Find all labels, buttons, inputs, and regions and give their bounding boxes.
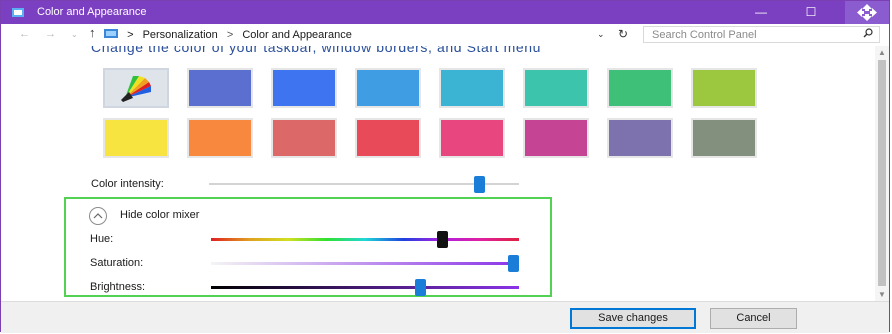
address-bar: ← → ⌄ ↑ > Personalization > Color and Ap…: [1, 24, 889, 46]
scroll-down-icon[interactable]: ▼: [878, 290, 886, 299]
address-dropdown-button[interactable]: ⌄: [597, 29, 605, 40]
color-swatch-magenta[interactable]: [523, 118, 589, 158]
breadcrumb-separator: >: [226, 29, 234, 41]
move-window-handle[interactable]: [845, 1, 889, 24]
breadcrumb: > Personalization > Color and Appearance: [104, 28, 352, 41]
brightness-slider[interactable]: [211, 286, 519, 289]
back-button[interactable]: ←: [19, 28, 30, 40]
vertical-scrollbar[interactable]: ▲ ▼: [875, 46, 889, 301]
breadcrumb-personalization[interactable]: Personalization: [143, 29, 218, 41]
breadcrumb-separator: >: [127, 29, 134, 41]
color-swatch-red[interactable]: [355, 118, 421, 158]
chevron-up-icon: [93, 213, 103, 219]
hue-slider[interactable]: [211, 238, 519, 241]
brightness-label: Brightness:: [90, 281, 146, 293]
search-placeholder: Search Control Panel: [652, 29, 757, 41]
color-swatch-orange[interactable]: [187, 118, 253, 158]
color-intensity-label: Color intensity:: [91, 178, 164, 190]
breadcrumb-color-and-appearance[interactable]: Color and Appearance: [242, 29, 351, 41]
color-swatch-slate-blue[interactable]: [187, 68, 253, 108]
color-swatch-automatic[interactable]: [103, 68, 169, 108]
color-swatch-lime[interactable]: [691, 68, 757, 108]
scrollbar-thumb[interactable]: [878, 60, 886, 286]
window: Color and Appearance — ☐ ← → ⌄ ↑ > Perso…: [0, 0, 890, 333]
hue-label: Hue:: [90, 233, 114, 245]
minimize-button[interactable]: —: [741, 3, 781, 22]
color-intensity-thumb[interactable]: [473, 176, 485, 193]
saturation-slider[interactable]: [211, 262, 519, 265]
color-swatch-gray-green[interactable]: [691, 118, 757, 158]
up-button[interactable]: ↑: [89, 25, 96, 40]
main-content: Change the color of your taskbar, window…: [1, 46, 875, 301]
maximize-button[interactable]: ☐: [791, 3, 831, 22]
color-swatch-teal[interactable]: [523, 68, 589, 108]
color-swatch-green[interactable]: [607, 68, 673, 108]
color-swatch-blue[interactable]: [271, 68, 337, 108]
cancel-button[interactable]: Cancel: [710, 308, 797, 329]
collapse-mixer-button[interactable]: [89, 207, 107, 225]
color-appearance-app-icon: [12, 8, 24, 17]
scroll-up-icon[interactable]: ▲: [878, 48, 886, 57]
recent-locations-button[interactable]: ⌄: [71, 30, 78, 39]
refresh-button[interactable]: ↻: [618, 27, 628, 41]
forward-button[interactable]: →: [45, 28, 56, 40]
hide-color-mixer-label[interactable]: Hide color mixer: [120, 209, 199, 221]
search-input[interactable]: Search Control Panel: [643, 26, 880, 43]
move-arrows-icon: [857, 4, 877, 21]
control-panel-icon: [104, 29, 118, 38]
color-mixer-panel: Hide color mixer Hue: Saturation: Bright…: [64, 197, 552, 297]
color-swatch-sky-blue[interactable]: [355, 68, 421, 108]
title-bar: Color and Appearance — ☐: [1, 1, 889, 24]
color-swatch-yellow[interactable]: [103, 118, 169, 158]
page-heading: Change the color of your taskbar, window…: [91, 46, 542, 55]
color-swatch-salmon[interactable]: [271, 118, 337, 158]
brightness-thumb[interactable]: [415, 279, 427, 296]
color-swatch-pink[interactable]: [439, 118, 505, 158]
color-intensity-slider[interactable]: [209, 183, 519, 185]
search-icon: [863, 28, 873, 38]
hue-thumb[interactable]: [437, 231, 448, 248]
saturation-thumb[interactable]: [507, 255, 519, 272]
color-wheel-icon: [121, 76, 151, 102]
color-swatch-teal-blue[interactable]: [439, 68, 505, 108]
color-swatch-purple-gray[interactable]: [607, 118, 673, 158]
save-changes-button[interactable]: Save changes: [570, 308, 696, 329]
window-title: Color and Appearance: [37, 6, 147, 18]
button-bar: Save changes Cancel: [1, 301, 889, 333]
saturation-label: Saturation:: [90, 257, 144, 269]
